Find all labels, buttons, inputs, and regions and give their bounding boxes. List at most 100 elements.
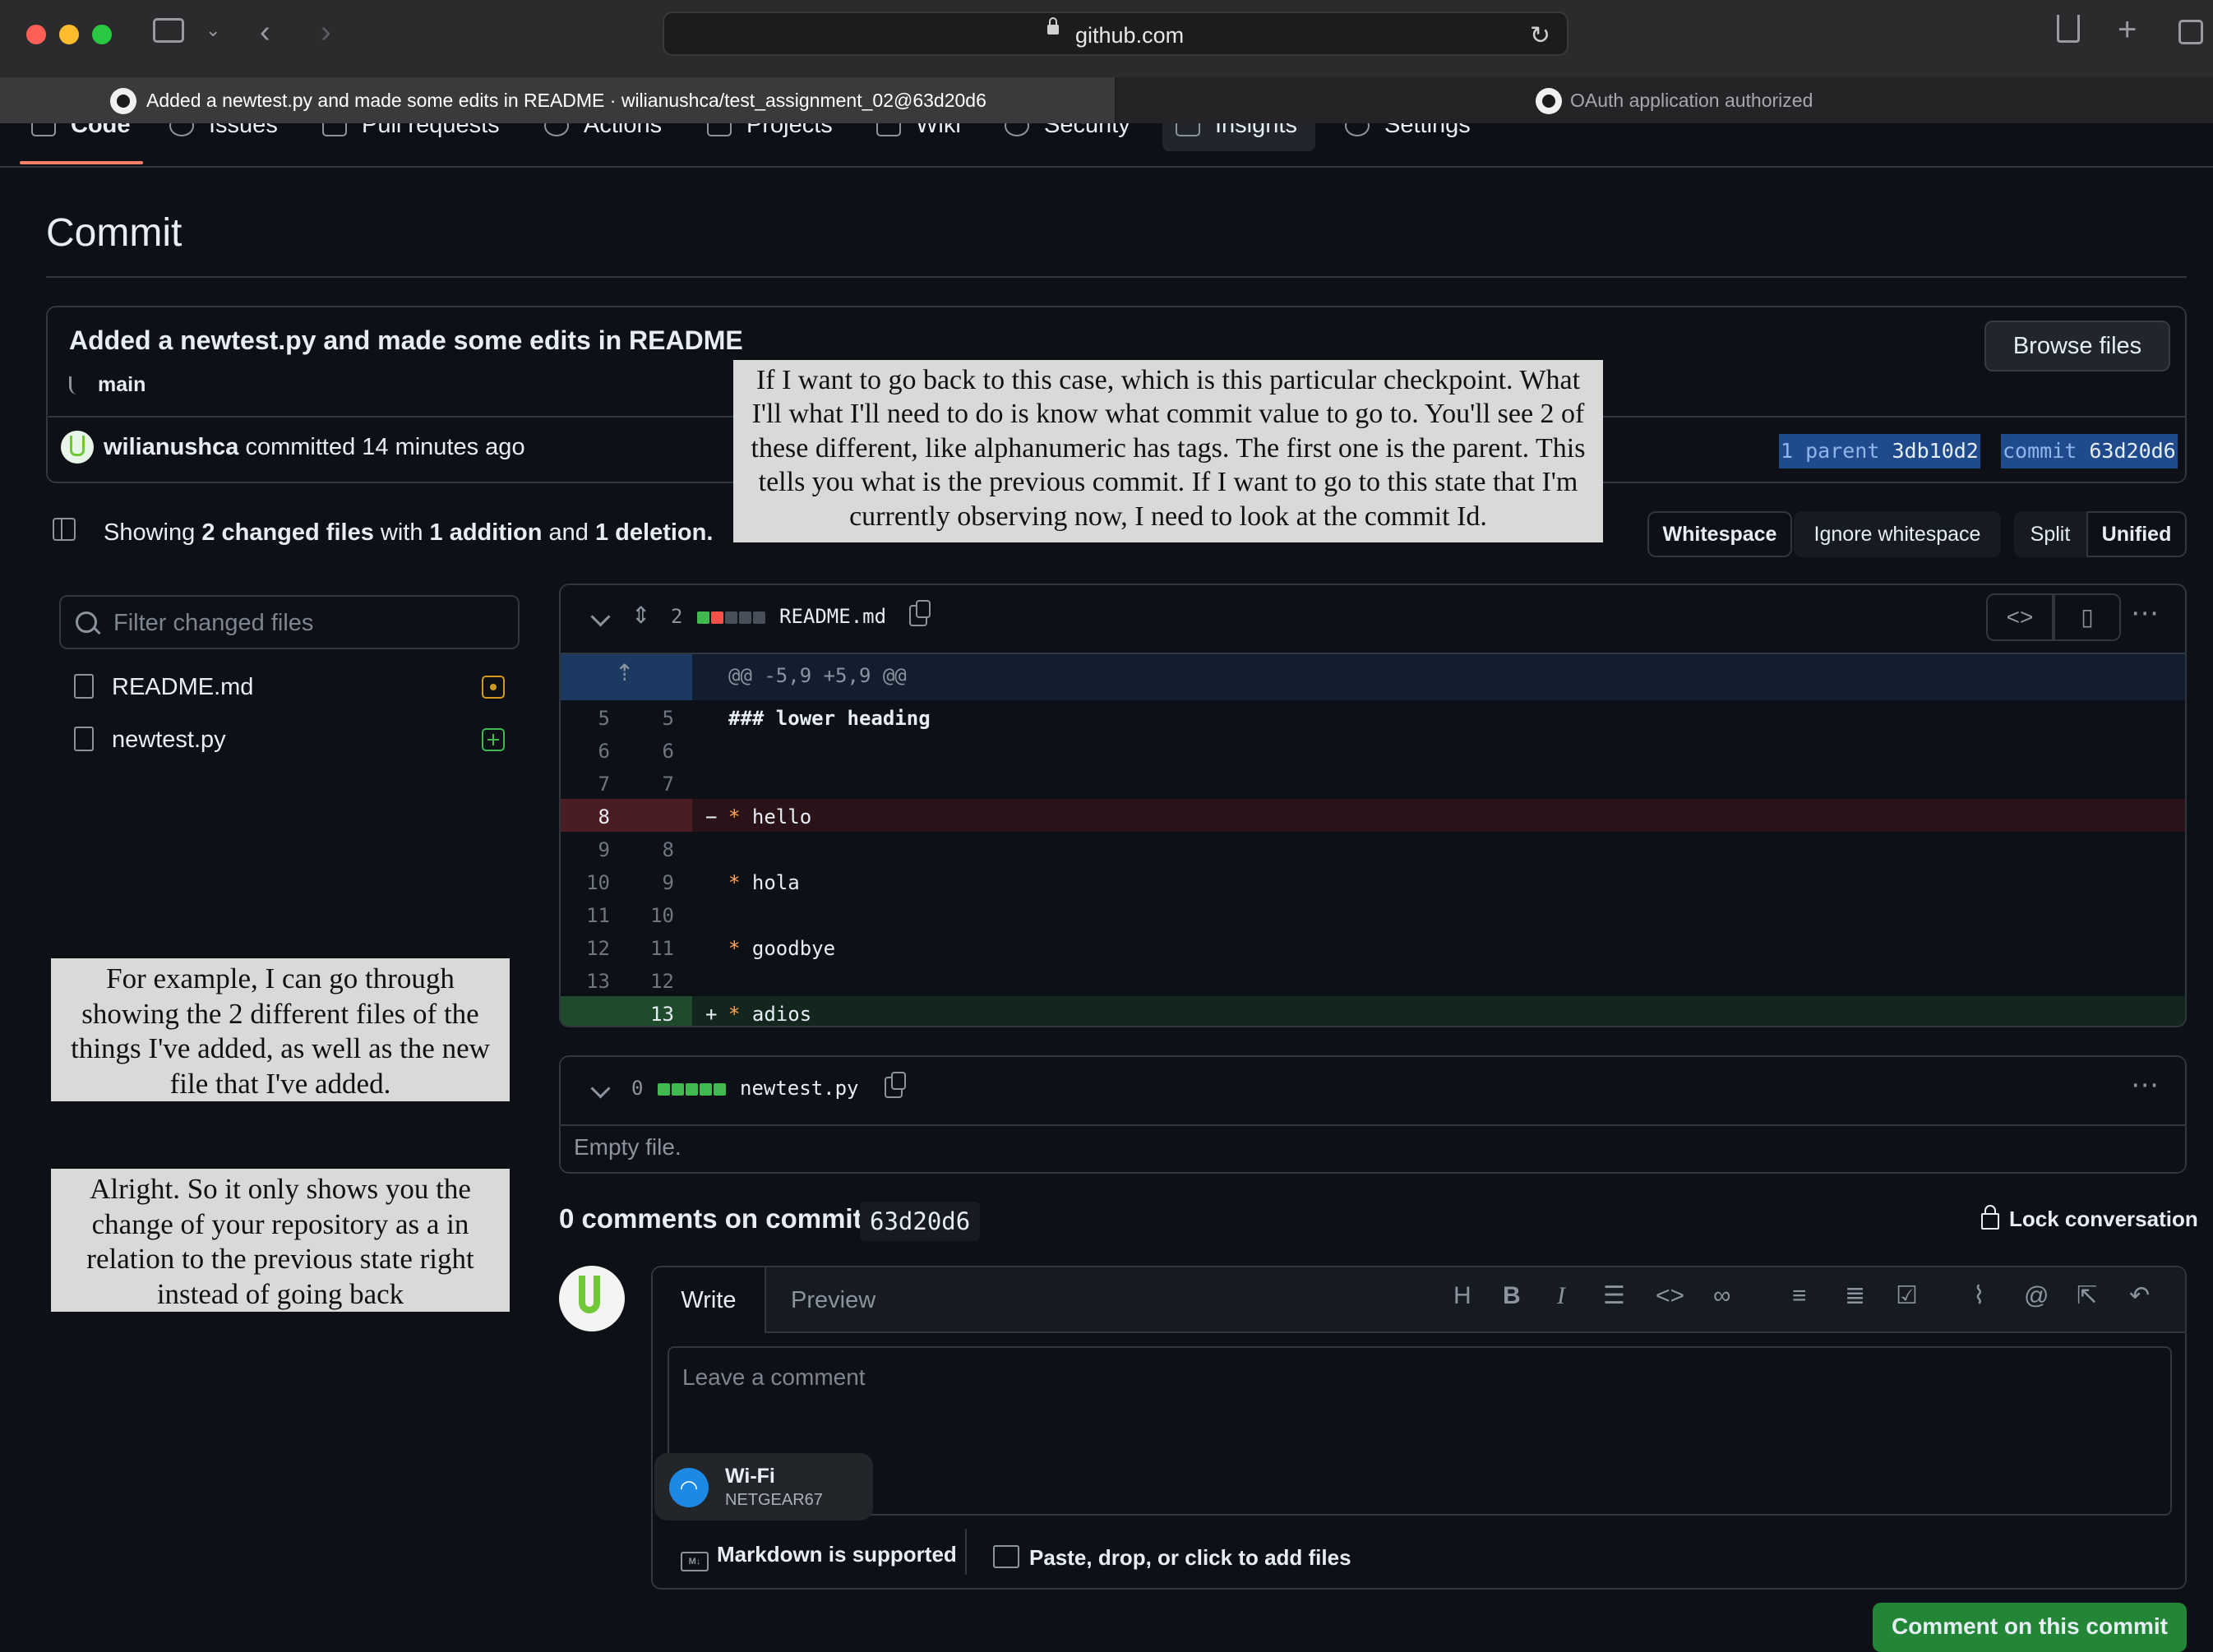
copy-icon[interactable] [909, 600, 931, 626]
diff-line[interactable]: 77 [561, 766, 2185, 799]
unified-view-button[interactable]: Unified [2086, 511, 2187, 557]
forward-icon[interactable]: › [321, 16, 331, 48]
bullet-list-icon[interactable]: ≣ [1845, 1284, 1865, 1308]
changes-count: 2 [671, 605, 683, 628]
quote-icon[interactable]: ☰ [1603, 1284, 1625, 1308]
diff-file-readme: ⇕ 2 README.md <> ▯ ⋯ @@ -5,9 +5,9 @@ 5 5 #… [559, 584, 2187, 1027]
diff-line[interactable]: 11 10 [561, 898, 2185, 930]
file-view-button[interactable]: ▯ [2054, 593, 2121, 641]
file-name[interactable]: newtest.py [740, 1077, 859, 1100]
code-view-button[interactable]: <> [1986, 593, 2054, 641]
file-modified-icon [482, 676, 505, 699]
active-tab-underline [20, 161, 143, 164]
parent-sha[interactable]: 1 parent 3db10d2 [1779, 434, 1980, 468]
page-title: Commit [46, 211, 182, 255]
address-bar[interactable]: github.com ↻ [663, 12, 1569, 56]
undo-icon[interactable]: ↶ [2129, 1284, 2150, 1308]
browser-tab-active[interactable]: Added a newtest.py and made some edits i… [0, 77, 1115, 123]
link-icon[interactable]: ∞ [1713, 1284, 1730, 1308]
filter-changed-files[interactable] [59, 595, 520, 649]
diff-line[interactable]: 10 9 * hola [561, 865, 2185, 898]
filter-input[interactable] [112, 597, 510, 649]
file-tree-item-newtest[interactable]: newtest.py [74, 722, 510, 759]
diff-line-added[interactable]: 13 + * adios [561, 996, 2185, 1026]
branch-label[interactable]: main [69, 373, 146, 397]
chevron-down-icon[interactable] [590, 1078, 611, 1099]
file-added-icon [482, 728, 505, 751]
nav-tab-code[interactable]: Code [31, 123, 131, 139]
nav-tab-insights[interactable]: Insights [1176, 123, 1297, 139]
diff-line[interactable]: 66 [561, 733, 2185, 766]
diff-line[interactable]: 5 5 ### lower heading [561, 700, 2185, 733]
old-line-number: 5 [598, 707, 610, 730]
minimize-window-button[interactable] [59, 25, 79, 44]
code-icon[interactable]: <> [1656, 1284, 1684, 1308]
file-name[interactable]: README.md [779, 605, 886, 628]
bold-icon[interactable]: B [1503, 1284, 1521, 1308]
copy-icon[interactable] [885, 1072, 906, 1098]
nav-tab-security[interactable]: Security [1005, 123, 1130, 139]
mention-icon[interactable]: @ [2024, 1284, 2049, 1308]
browser-tab-inactive[interactable]: OAuth application authorized [1116, 77, 2213, 123]
commit-sha: commit 63d20d6 [2001, 434, 2178, 468]
new-line-number: 13 [650, 1003, 674, 1026]
tabs-overview-icon[interactable] [2178, 20, 2203, 44]
divider [46, 276, 2187, 278]
old-line-number: 9 [598, 838, 610, 861]
close-window-button[interactable] [26, 25, 46, 44]
avatar[interactable] [559, 1266, 625, 1331]
url-text: github.com [1075, 23, 1185, 48]
lock-conversation-button[interactable]: Lock conversation [1981, 1205, 2198, 1232]
nav-tab-wiki[interactable]: Wiki [876, 123, 961, 139]
avatar[interactable] [61, 431, 94, 464]
file-tree-item-readme[interactable]: README.md [74, 669, 510, 707]
diffstat-square [697, 611, 709, 624]
chevron-down-icon[interactable] [590, 607, 611, 627]
diff-line[interactable]: 12 11 * goodbye [561, 930, 2185, 963]
tab-preview[interactable]: Preview [791, 1267, 875, 1333]
sidebar-icon[interactable] [153, 18, 184, 43]
wifi-notification[interactable]: ◠ Wi-Fi NETGEAR67 [654, 1453, 873, 1520]
split-view-button[interactable]: Split [2014, 511, 2086, 557]
attach-icon[interactable]: ⌇ [1973, 1284, 1985, 1308]
comment-textarea[interactable] [669, 1348, 2170, 1514]
reference-icon[interactable]: ⇱ [2077, 1284, 2097, 1308]
ignore-whitespace-button[interactable]: Ignore whitespace [1794, 511, 2001, 557]
parent-sha-link[interactable]: 3db10d2 [1892, 439, 1978, 463]
markdown-supported-link[interactable]: M↓ Markdown is supported [681, 1542, 957, 1571]
expand-up-icon[interactable] [561, 654, 692, 700]
browse-files-button[interactable]: Browse files [1984, 321, 2170, 371]
nav-tab-pull-requests[interactable]: Pull requests [322, 123, 500, 139]
chevron-down-icon[interactable]: ⌄ [206, 21, 220, 39]
diff-line[interactable]: 13 12 [561, 963, 2185, 996]
whitespace-button[interactable]: Whitespace [1647, 511, 1792, 557]
attach-files-link[interactable]: Paste, drop, or click to add files [993, 1542, 1351, 1571]
tab-write[interactable]: Write [653, 1267, 766, 1333]
comment-submit-button[interactable]: Comment on this commit [1873, 1603, 2187, 1652]
reload-icon[interactable]: ↻ [1530, 21, 1550, 50]
toggle-file-tree-icon[interactable] [53, 518, 76, 541]
wifi-icon: ◠ [669, 1468, 709, 1507]
diff-line-deleted[interactable]: 8 − * hello [561, 799, 2185, 832]
expand-all-icon[interactable]: ⇕ [631, 602, 650, 629]
heading-icon[interactable]: H [1453, 1284, 1471, 1308]
nav-tab-settings[interactable]: Settings [1345, 123, 1471, 139]
back-icon[interactable]: ‹ [260, 16, 270, 48]
file-icon [74, 674, 94, 699]
task-list-icon[interactable]: ☑ [1896, 1284, 1918, 1308]
author-link[interactable]: wilianushca [104, 434, 238, 460]
kebab-icon[interactable]: ⋯ [2131, 1068, 2160, 1101]
diffstat-square [714, 1083, 726, 1096]
kebab-icon[interactable]: ⋯ [2131, 597, 2160, 630]
nav-tab-actions[interactable]: Actions [544, 123, 662, 139]
numbered-list-icon[interactable]: ≡ [1792, 1284, 1807, 1308]
share-icon[interactable] [2057, 15, 2080, 43]
nav-tab-issues[interactable]: Issues [169, 123, 278, 139]
nav-tab-projects[interactable]: Projects [707, 123, 833, 139]
italic-icon[interactable]: I [1557, 1284, 1565, 1308]
book-icon [876, 123, 901, 137]
diff-line[interactable]: 98 [561, 832, 2185, 865]
comments-commit-sha: 63d20d6 [860, 1202, 981, 1241]
zoom-window-button[interactable] [92, 25, 112, 44]
new-tab-icon[interactable]: + [2118, 13, 2137, 46]
